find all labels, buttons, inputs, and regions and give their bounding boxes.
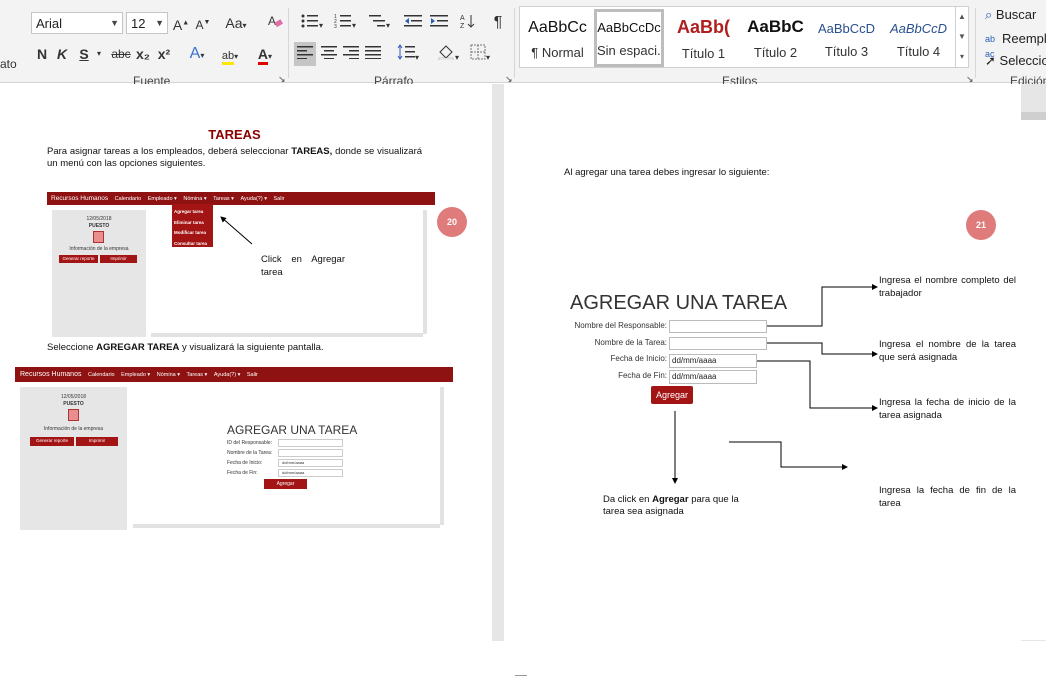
callout-arrow — [220, 216, 253, 245]
annotation-arrows — [220, 216, 878, 484]
resize-handle[interactable] — [515, 675, 527, 679]
arrow-responsable — [767, 284, 878, 327]
arrow-start-date — [757, 360, 878, 411]
arrow-task-name — [767, 342, 878, 357]
arrow-end-date — [729, 441, 848, 470]
